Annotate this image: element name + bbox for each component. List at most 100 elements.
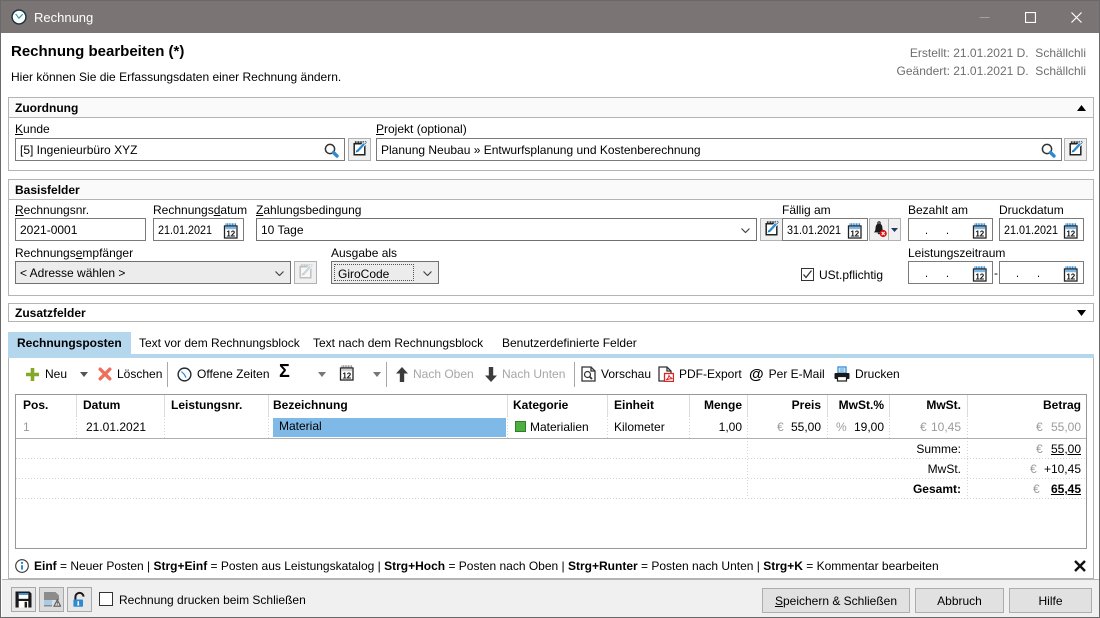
bezahlt-input[interactable]: . . 12 — [908, 218, 993, 241]
projekt-edit-button[interactable] — [1064, 138, 1087, 161]
col-bezeichnung[interactable]: Bezeichnung — [273, 398, 348, 412]
toolbar-email-button[interactable]: @ Per E-Mail — [749, 365, 825, 383]
column-separator — [76, 416, 77, 438]
leistung-von-input[interactable]: . . 12 — [908, 261, 993, 284]
cell-datum[interactable]: 21.01.2021 — [86, 420, 146, 434]
druckdatum-label: Druckdatum — [999, 203, 1064, 217]
col-leistungsnr[interactable]: Leistungsnr. — [171, 398, 242, 412]
help-button[interactable]: Hilfe — [1009, 588, 1092, 613]
abort-button[interactable]: Abbruch — [915, 588, 1004, 613]
s5-text: = Posten nach Oben | — [445, 559, 568, 573]
kunde-search-icon[interactable] — [323, 142, 340, 159]
mwst-label: MwSt. — [889, 462, 961, 476]
projekt-input[interactable]: Planung Neubau » Entwurfsplanung und Kos… — [376, 138, 1062, 161]
ust-checkbox[interactable] — [801, 268, 814, 281]
cell-mwstproz[interactable]: 19,00 — [827, 420, 884, 434]
toolbar-sigma-button[interactable]: Σ — [279, 362, 290, 380]
cell-bezeichnung[interactable]: Material — [273, 418, 506, 437]
col-kategorie[interactable]: Kategorie — [513, 398, 568, 412]
unlock-icon — [70, 590, 89, 609]
ausgabe-combo[interactable]: GiroCode — [331, 261, 439, 284]
bezahlt-calendar-icon[interactable]: 12 — [971, 222, 988, 242]
toolbar-pdf-button[interactable]: PDF-Export — [658, 365, 742, 383]
close-button[interactable] — [1053, 1, 1099, 33]
rechnungsnr-input[interactable]: 2021-0001 — [15, 218, 146, 241]
cell-betrag[interactable]: 55,00 — [967, 420, 1081, 434]
toolbar-neu-button[interactable]: Neu — [25, 365, 67, 383]
sigma-caret-icon[interactable] — [318, 372, 326, 377]
collapse-down-icon[interactable] — [1077, 310, 1086, 316]
kunde-input[interactable]: [5] Ingenieurbüro XYZ — [15, 138, 345, 161]
toolbar-drucken-button[interactable]: Drucken — [834, 365, 900, 383]
col-betrag[interactable]: Betrag — [967, 398, 1081, 412]
save-button[interactable] — [11, 587, 36, 612]
faellig-label: Fällig am — [782, 203, 831, 217]
col-einheit[interactable]: Einheit — [614, 398, 654, 412]
col-mwstproz[interactable]: MwSt.% — [827, 398, 884, 412]
druckdatum-calendar-icon[interactable]: 12 — [1062, 222, 1079, 242]
hint-text: Einf = Neuer Posten | Strg+Einf = Posten… — [34, 559, 939, 573]
reminder-button[interactable] — [869, 218, 889, 241]
rechnungsdatum-calendar-icon[interactable]: 12 — [222, 222, 239, 242]
zahlungsbedingung-combo[interactable]: 10 Tage — [256, 218, 757, 241]
zahlungsbedingung-edit-button[interactable] — [760, 218, 783, 241]
col-mwst[interactable]: MwSt. — [889, 398, 961, 412]
group-zuordnung-header[interactable]: Zuordnung — [9, 98, 1093, 118]
tab-benutzerdefiniert[interactable]: Benutzerdefinierte Felder — [493, 332, 646, 354]
cell-preis[interactable]: 55,00 — [747, 420, 821, 434]
bell-cancel-icon — [871, 221, 888, 238]
toolbar-vorschau-button[interactable]: Vorschau — [581, 365, 651, 383]
kunde-edit-button[interactable] — [348, 138, 371, 161]
empfaenger-edit-button[interactable] — [294, 261, 317, 284]
col-datum[interactable]: Datum — [83, 398, 120, 412]
leistung-von-text: . . — [913, 266, 952, 280]
s7-text: = Posten nach Unten | — [638, 559, 764, 573]
save-close-button[interactable]: Speichern & Schließen — [762, 588, 910, 613]
tab-text-nach[interactable]: Text nach dem Rechnungsblock — [304, 332, 492, 354]
toolbar-nach-unten-button[interactable]: Nach Unten — [485, 365, 565, 383]
plus-icon — [25, 367, 40, 382]
rechnungsnr-label: Rechnungsnr. — [15, 203, 89, 217]
reminder-dropdown-button[interactable] — [888, 218, 901, 241]
maximize-button[interactable] — [1007, 1, 1053, 33]
kategorie-text: Materialien — [530, 420, 589, 434]
neu-caret-icon[interactable] — [80, 372, 88, 377]
rechnungsdatum-input[interactable]: 21.01.2021 12 — [153, 218, 244, 241]
leistung-bis-calendar-icon[interactable]: 12 — [1062, 265, 1079, 285]
toolbar-nach-oben-button[interactable]: Nach Oben — [396, 365, 474, 383]
cell-pos[interactable]: 1 — [23, 420, 30, 434]
collapse-up-icon[interactable] — [1077, 105, 1086, 111]
toolbar-kalender-button[interactable]: 12 — [338, 365, 355, 383]
col-menge[interactable]: Menge — [689, 398, 742, 412]
minimize-button[interactable] — [961, 1, 1007, 33]
toolbar-loeschen-button[interactable]: Löschen — [98, 365, 162, 383]
leistung-von-calendar-icon[interactable]: 12 — [971, 265, 988, 285]
s4-text: Strg+Hoch — [384, 559, 445, 573]
faellig-input[interactable]: 31.01.2021 12 — [782, 218, 868, 241]
projekt-value-text: Planung Neubau » Entwurfsplanung und Kos… — [381, 143, 701, 157]
empfaenger-combo[interactable]: < Adresse wählen > — [15, 261, 291, 284]
cell-mwst[interactable]: 10,45 — [889, 420, 961, 434]
tab-rechnungsposten[interactable]: Rechnungsposten — [8, 332, 131, 354]
pre-text: Rechnungs — [15, 246, 76, 260]
lock-button[interactable] — [67, 587, 92, 612]
group-zusatzfelder[interactable]: Zusatzfelder — [8, 303, 1094, 322]
toolbar-offene-zeiten-button[interactable]: Offene Zeiten — [177, 365, 270, 383]
cell-menge[interactable]: 1,00 — [689, 420, 742, 434]
leistung-bis-input[interactable]: . . 12 — [999, 261, 1084, 284]
save-template-button[interactable] — [39, 587, 64, 612]
ausgabe-chevron-icon — [423, 271, 432, 276]
col-preis[interactable]: Preis — [747, 398, 821, 412]
faellig-calendar-icon[interactable]: 12 — [846, 222, 863, 242]
druckdatum-input[interactable]: 21.01.2021 12 — [999, 218, 1084, 241]
hint-close-icon[interactable] — [1074, 560, 1086, 572]
col-pos[interactable]: Pos. — [23, 398, 48, 412]
titlebar[interactable]: Rechnung — [1, 1, 1099, 33]
kalender-caret-icon[interactable] — [373, 372, 381, 377]
cell-kategorie[interactable]: Materialien — [515, 420, 589, 434]
projekt-search-icon[interactable] — [1040, 142, 1057, 159]
print-on-close-checkbox[interactable] — [99, 592, 113, 606]
tab-text-vor[interactable]: Text vor dem Rechnungsblock — [130, 332, 309, 354]
cell-einheit[interactable]: Kilometer — [614, 420, 665, 434]
group-basisfelder-header[interactable]: Basisfelder — [9, 180, 1093, 200]
